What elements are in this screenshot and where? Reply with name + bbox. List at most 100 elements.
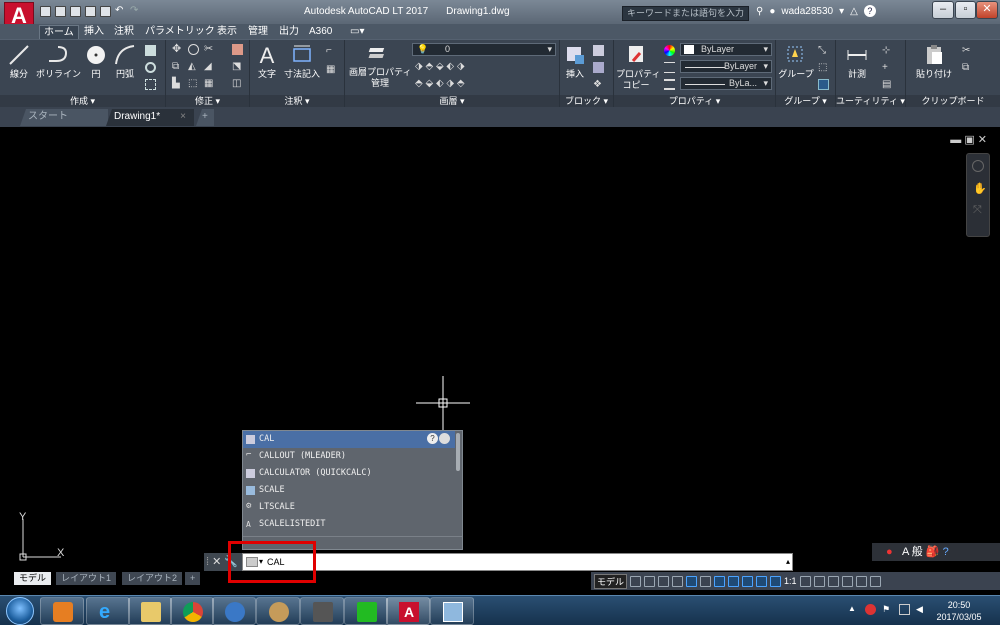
tab-model[interactable]: モデル xyxy=(14,572,52,585)
fullscreen-icon[interactable] xyxy=(855,575,867,587)
ribbon-options-icon[interactable]: ▭▾ xyxy=(346,25,368,39)
dimension-button[interactable]: 寸法記入 xyxy=(284,43,320,80)
customize-menu-icon[interactable] xyxy=(869,575,881,587)
taskbar-app-media[interactable] xyxy=(40,597,84,625)
binoculars-icon[interactable]: ⚲ xyxy=(756,6,763,17)
layer-dropdown[interactable]: 0 ▾ 💡 xyxy=(412,43,556,56)
redo-icon[interactable]: ↷ xyxy=(130,6,141,17)
workspace-icon[interactable] xyxy=(827,575,839,587)
pan-icon[interactable]: ✋ xyxy=(973,182,987,195)
tab-drawing1[interactable]: Drawing1* × xyxy=(106,109,194,126)
web-search-icon[interactable] xyxy=(439,433,450,444)
color-dropdown[interactable]: ByLayer ▾ xyxy=(680,43,772,56)
table-icon[interactable]: ▦ xyxy=(326,64,337,75)
viewport-close-icon[interactable]: ✕ xyxy=(978,134,987,146)
open-icon[interactable] xyxy=(55,6,66,17)
tab-annotate[interactable]: 注釈 xyxy=(110,25,138,39)
tab-close-icon[interactable]: × xyxy=(180,109,186,125)
taskbar-app-autocad[interactable]: A xyxy=(386,597,430,625)
tab-view[interactable]: 表示 xyxy=(213,25,241,39)
command-line-input[interactable]: ▾ CAL ▴ xyxy=(242,553,793,571)
polyline-button[interactable]: ポリライン xyxy=(36,43,81,80)
fillet-icon[interactable]: ◢ xyxy=(204,61,215,72)
copy-icon[interactable]: ⧉ xyxy=(172,61,183,72)
zoom-icon[interactable]: ⤧ xyxy=(973,204,982,217)
user-icon[interactable]: ● xyxy=(769,6,775,17)
history-toggle-icon[interactable]: ▴ xyxy=(786,554,790,570)
start-button[interactable] xyxy=(6,597,34,625)
user-name[interactable]: wada28530 xyxy=(781,6,833,17)
insert-button[interactable]: 挿入 xyxy=(562,43,588,80)
autocomplete-item[interactable]: CAL xyxy=(243,431,455,448)
annotation-scale-icon[interactable] xyxy=(770,575,782,587)
scale-icon[interactable]: ⬚ xyxy=(188,78,199,89)
undo-icon[interactable]: ↶ xyxy=(115,6,126,17)
group-edit-icon[interactable]: ⬚ xyxy=(818,62,829,73)
ortho-icon[interactable] xyxy=(672,575,684,587)
taskbar-app-ie[interactable]: e xyxy=(86,597,130,625)
taskbar-app-thunderbird[interactable] xyxy=(212,597,256,625)
new-tab-button[interactable]: + xyxy=(196,109,214,126)
boundary-icon[interactable] xyxy=(145,79,156,90)
copy-clip-icon[interactable]: ⧉ xyxy=(962,62,973,73)
linetype-dropdown[interactable]: ByLayer ▾ xyxy=(680,60,772,73)
explode-icon[interactable]: ⬔ xyxy=(232,61,243,72)
measure-button[interactable]: 計測 xyxy=(842,43,872,80)
stretch-icon[interactable]: ▙ xyxy=(172,78,183,89)
layer-properties-button[interactable]: 画層プロパティ 管理 xyxy=(349,43,411,89)
layer-tools-row2[interactable]: ⬘ ⬙ ⬖ ⬗ ⬘ xyxy=(415,78,465,89)
new-icon[interactable] xyxy=(40,6,51,17)
add-layout-button[interactable]: + xyxy=(185,572,201,585)
group-select-icon[interactable] xyxy=(818,79,829,90)
tab-home[interactable]: ホーム xyxy=(39,25,79,39)
match-properties-button[interactable]: プロパティ コピー xyxy=(616,43,660,91)
mirror-icon[interactable]: ◭ xyxy=(188,61,199,72)
isolate-icon[interactable] xyxy=(841,575,853,587)
plus-icon[interactable] xyxy=(813,575,825,587)
grid-icon[interactable] xyxy=(630,575,642,587)
line-button[interactable]: 線分 xyxy=(6,43,32,80)
annotation-visibility-icon[interactable] xyxy=(742,575,754,587)
tab-a360[interactable]: A360 xyxy=(305,25,336,39)
steeringwheel-icon[interactable] xyxy=(972,160,984,172)
group-button[interactable]: グループ xyxy=(778,43,814,80)
exchange-icon[interactable]: △ xyxy=(850,6,858,17)
taskbar-app-game[interactable] xyxy=(344,597,388,625)
move-icon[interactable]: ✥ xyxy=(172,44,183,55)
ungroup-icon[interactable]: ⤡ xyxy=(818,45,829,56)
edit-block-icon[interactable] xyxy=(593,62,604,73)
close-button[interactable]: ✕ xyxy=(976,1,998,19)
layer-tools-row1[interactable]: ⬗ ⬘ ⬙ ⬖ ⬗ xyxy=(415,61,465,72)
paste-button[interactable]: 貼り付け xyxy=(912,43,956,80)
ime-help-icon[interactable]: ? xyxy=(943,546,949,558)
snap-icon[interactable] xyxy=(644,575,656,587)
tab-insert[interactable]: 挿入 xyxy=(80,25,108,39)
volume-icon[interactable]: ◀ xyxy=(916,604,927,615)
lineweight-dropdown[interactable]: ByLa... ▾ xyxy=(680,77,772,90)
isodraft-icon[interactable] xyxy=(700,575,712,587)
trim-icon[interactable]: ✂ xyxy=(204,44,215,55)
tab-start[interactable]: スタート xyxy=(20,109,108,126)
autocomplete-item[interactable]: CALCULATOR (QUICKCALC) xyxy=(243,465,455,482)
tab-output[interactable]: 出力 xyxy=(275,25,303,39)
taskbar-app-paint[interactable] xyxy=(256,597,300,625)
taskbar-app-chrome[interactable] xyxy=(170,597,214,625)
rotate-icon[interactable] xyxy=(188,44,199,55)
flag-icon[interactable]: ⚑ xyxy=(882,604,893,615)
hatch-icon[interactable] xyxy=(145,62,156,73)
autocomplete-item[interactable]: ⚙ LTSCALE xyxy=(243,499,455,516)
autocomplete-item[interactable]: ⌐ CALLOUT (MLEADER) xyxy=(243,448,455,465)
search-input[interactable]: キーワードまたは語句を入力 xyxy=(622,6,749,21)
maximize-button[interactable]: ▫ xyxy=(955,1,976,19)
grip-icon[interactable]: ⁞ xyxy=(206,556,209,568)
taskbar-app-hpb[interactable] xyxy=(300,597,344,625)
help-icon[interactable]: ? xyxy=(427,433,438,444)
id-point-icon[interactable]: + xyxy=(882,62,893,73)
circle-button[interactable]: 円 xyxy=(84,43,108,80)
save-as-icon[interactable] xyxy=(85,6,96,17)
text-button[interactable]: A 文字 xyxy=(254,43,280,80)
tab-layout1[interactable]: レイアウト1 xyxy=(56,572,117,585)
array-icon[interactable]: ▦ xyxy=(204,78,215,89)
autocomplete-scrollbar[interactable] xyxy=(456,433,460,471)
viewport-restore-icon[interactable]: ▣ xyxy=(964,134,974,146)
